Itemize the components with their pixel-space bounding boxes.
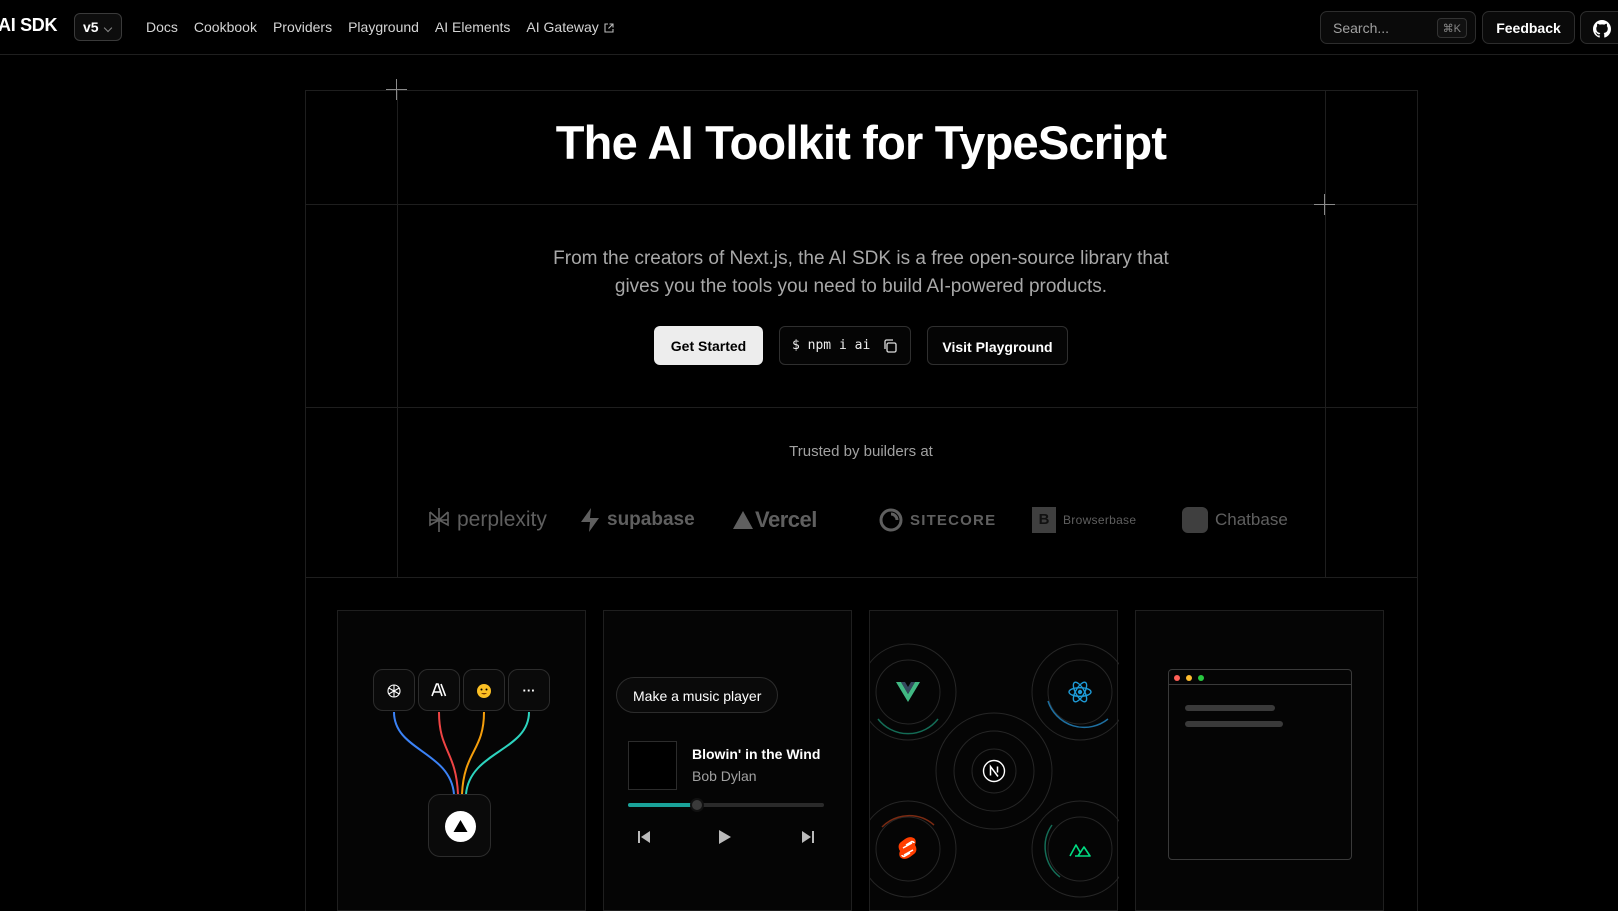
chatbase-logo-icon [1182,507,1208,533]
progress-fill [628,803,697,807]
nav-links: Docs Cookbook Providers Playground AI El… [146,19,614,35]
skeleton-line [1185,721,1283,727]
huggingface-icon [477,684,491,698]
feature-card-frameworks[interactable] [869,610,1119,911]
feature-card-generative-ui[interactable]: Make a music player Blowin' in the Wind … [603,610,852,911]
grid-line [305,90,1417,91]
trusted-label: Trusted by builders at [789,443,933,460]
brand-vercel[interactable]: Vercel [732,505,817,535]
brand-perplexity-label: perplexity [457,508,547,531]
nuxt-icon [1069,844,1091,857]
play-icon[interactable] [716,829,732,845]
external-link-icon [604,23,614,33]
browserbase-logo-icon: B [1032,507,1056,533]
vercel-circle-icon [445,811,476,842]
install-command-button[interactable]: $ npm i ai [779,326,911,365]
hero-description: From the creators of Next.js, the AI SDK… [305,245,1417,301]
grid-line [305,90,306,911]
grid-line [305,204,1417,205]
supabase-logo-icon [581,508,599,532]
grid-line [305,407,1417,408]
song-title: Blowin' in the Wind [692,746,821,762]
vercel-logo-icon [733,511,753,529]
search-shortcut: ⌘K [1436,18,1467,38]
chat-prompt-bubble: Make a music player [616,677,779,713]
nav-link-docs[interactable]: Docs [146,19,178,35]
search-placeholder: Search... [1333,20,1390,36]
browser-window-illustration [1168,669,1352,860]
brand-sitecore-label: SITECORE [910,511,997,529]
brand-supabase-label: supabase [607,509,695,530]
search-input[interactable]: Search... ⌘K [1320,11,1476,44]
nav-link-ai-gateway-label: AI Gateway [526,19,599,35]
logo[interactable]: AI SDK [0,15,58,36]
crosshair-decoration [1314,194,1335,215]
feature-card-streaming[interactable] [1135,610,1384,911]
hero-description-line: From the creators of Next.js, the AI SDK… [553,248,1169,269]
song-artist: Bob Dylan [692,768,757,784]
provider-openai[interactable] [373,669,415,711]
provider-connection-lines [393,711,530,795]
previous-icon[interactable] [636,829,652,845]
album-art [628,741,677,790]
maximize-dot-icon [1198,675,1204,681]
vercel-triangle-icon [453,820,468,832]
nav-link-cookbook[interactable]: Cookbook [194,19,257,35]
react-icon [1068,681,1092,703]
perplexity-logo-icon [429,508,449,532]
provider-anthropic[interactable] [418,669,460,711]
skeleton-line [1185,705,1275,711]
nav-link-ai-gateway[interactable]: AI Gateway [526,19,614,35]
vue-icon [896,682,920,702]
brand-sitecore[interactable]: SITECORE [879,505,996,535]
version-select[interactable]: v5 [74,13,122,41]
github-icon [1593,20,1611,38]
nextjs-icon [982,759,1006,783]
nav-link-ai-elements[interactable]: AI Elements [435,19,510,35]
nav-link-providers[interactable]: Providers [273,19,332,35]
anthropic-icon [431,683,447,697]
grid-line [305,577,1417,578]
next-icon[interactable] [800,829,816,845]
copy-icon[interactable] [882,338,898,354]
version-label: v5 [83,19,99,35]
nav-link-playground[interactable]: Playground [348,19,419,35]
brand-supabase[interactable]: supabase [580,505,695,535]
progress-knob[interactable] [689,798,704,812]
brand-chatbase[interactable]: Chatbase [1182,505,1288,535]
svelte-icon [898,837,917,859]
crosshair-decoration [386,79,407,100]
feature-card-providers[interactable]: ··· [337,610,586,911]
page-title: The AI Toolkit for TypeScript [555,116,1167,169]
provider-more[interactable]: ··· [508,669,550,711]
openai-icon [387,684,401,698]
ai-sdk-hub [428,794,491,857]
get-started-button[interactable]: Get Started [654,326,763,365]
brand-browserbase-label: Browserbase [1063,513,1137,527]
hero-description-line: gives you the tools you need to build AI… [614,276,1108,297]
chevron-down-icon [103,23,113,33]
grid-line [1417,90,1418,911]
install-command: $ npm i ai [792,338,871,353]
provider-huggingface[interactable] [463,669,505,711]
progress-slider[interactable] [628,798,824,812]
visit-playground-button[interactable]: Visit Playground [927,326,1068,365]
close-dot-icon [1174,675,1180,681]
brand-vercel-label: Vercel [755,507,817,532]
feedback-button[interactable]: Feedback [1482,11,1575,44]
brand-chatbase-label: Chatbase [1215,510,1288,529]
minimize-dot-icon [1186,675,1192,681]
brand-browserbase[interactable]: B Browserbase [1032,505,1136,535]
top-nav: AI SDK v5 Docs Cookbook Providers Playgr… [0,0,1618,55]
github-button[interactable] [1580,11,1618,44]
brand-perplexity[interactable]: perplexity [428,505,547,535]
brand-logos: perplexity supabase Vercel SITECORE B Br… [428,505,1308,535]
browser-title-bar [1169,670,1351,685]
sitecore-logo-icon [879,508,903,532]
